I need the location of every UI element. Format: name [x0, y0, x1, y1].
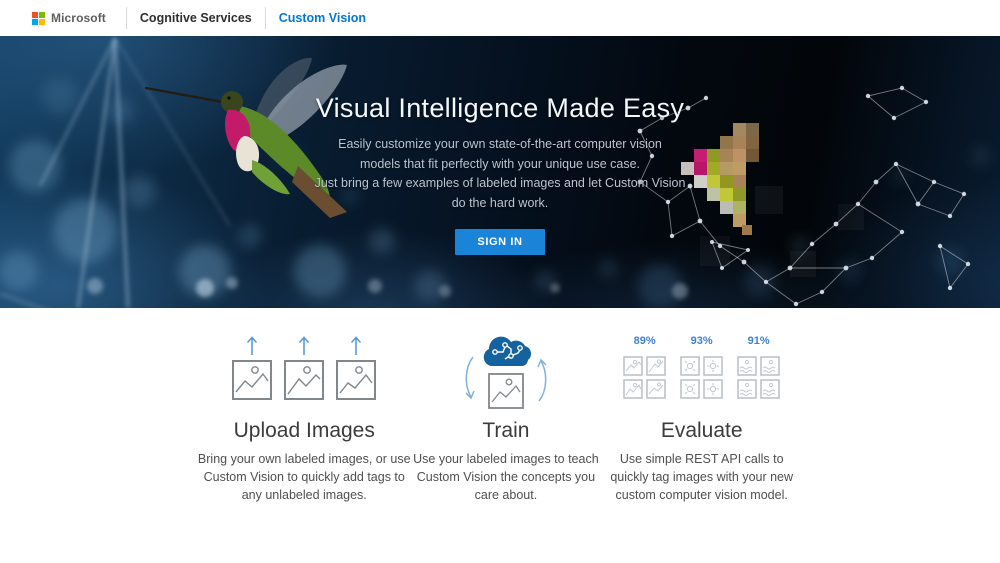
- features-section: Upload Images Bring your own labeled ima…: [197, 308, 803, 504]
- brain-cloud-icon: [483, 336, 531, 366]
- score-badge: 93%: [690, 335, 713, 347]
- image-icon: [646, 356, 666, 376]
- feature-desc-evaluate: Use simple REST API calls to quickly tag…: [610, 452, 794, 502]
- evaluate-icons: 89% 93% 91%: [600, 335, 803, 407]
- hero-section: Visual Intelligence Made Easy Easily cus…: [0, 36, 1000, 308]
- image-icon: [488, 373, 524, 409]
- waves-icon: [760, 379, 780, 399]
- bokeh-bright: [87, 277, 688, 299]
- microsoft-logo-label: Microsoft: [51, 11, 106, 25]
- sun-icon: [703, 379, 723, 399]
- evaluate-group-mountain: 89%: [623, 335, 666, 399]
- upload-image-item: [232, 335, 273, 400]
- hero-title: Visual Intelligence Made Easy: [315, 93, 685, 123]
- score-badge: 89%: [633, 335, 656, 347]
- image-icon: [623, 356, 643, 376]
- microsoft-logo[interactable]: Microsoft: [32, 11, 106, 25]
- nav-divider: [125, 7, 127, 29]
- feature-train: Train Use your labeled images to teach C…: [411, 335, 600, 504]
- image-icon: [232, 360, 273, 400]
- cycle-arrow-right-icon: [537, 358, 547, 402]
- nav-link-cognitive-services[interactable]: Cognitive Services: [140, 11, 252, 25]
- feature-upload: Upload Images Bring your own labeled ima…: [197, 335, 411, 504]
- upload-icons: [197, 335, 411, 407]
- upload-image-item: [336, 335, 377, 400]
- evaluate-group-waves: 91%: [737, 335, 780, 399]
- train-icons: [411, 335, 600, 409]
- sun-icon: [680, 356, 700, 376]
- arrow-up-icon: [247, 336, 258, 355]
- waves-icon: [760, 356, 780, 376]
- score-badge: 91%: [747, 335, 770, 347]
- nav-link-custom-vision[interactable]: Custom Vision: [279, 11, 366, 25]
- hero-subtitle-line: models that fit perfectly with your uniq…: [359, 156, 640, 171]
- nav-divider: [264, 7, 266, 29]
- waves-icon: [737, 356, 757, 376]
- top-nav: Microsoft Cognitive Services Custom Visi…: [0, 0, 1000, 36]
- hero-copy: Visual Intelligence Made Easy Easily cus…: [0, 36, 1000, 255]
- arrow-up-icon: [299, 336, 310, 355]
- feature-desc-train: Use your labeled images to teach Custom …: [413, 452, 599, 502]
- evaluate-group-sun: 93%: [680, 335, 723, 399]
- feature-title-evaluate: Evaluate: [660, 419, 743, 442]
- feature-title-train: Train: [482, 419, 530, 442]
- image-icon: [646, 379, 666, 399]
- image-icon: [336, 360, 377, 400]
- hero-subtitle: Easily customize your own state-of-the-a…: [0, 135, 1000, 213]
- hero-subtitle-line: Just bring a few examples of labeled ima…: [314, 176, 686, 190]
- sun-icon: [680, 379, 700, 399]
- waves-icon: [737, 379, 757, 399]
- sun-icon: [703, 356, 723, 376]
- feature-evaluate: 89% 93% 91% Evaluate Use simple REST API…: [600, 335, 803, 504]
- feature-desc-upload: Bring your own labeled images, or use Cu…: [197, 452, 411, 502]
- cycle-arrow-left-icon: [465, 356, 475, 400]
- feature-title-upload: Upload Images: [233, 419, 375, 442]
- microsoft-logo-icon: [32, 11, 45, 25]
- hero-subtitle-line: do the hard work.: [451, 195, 549, 210]
- hero-subtitle-line: Easily customize your own state-of-the-a…: [338, 137, 662, 151]
- upload-image-item: [284, 335, 325, 400]
- arrow-up-icon: [351, 336, 362, 355]
- image-icon: [284, 360, 325, 400]
- sign-in-button[interactable]: SIGN IN: [455, 229, 545, 255]
- image-icon: [623, 379, 643, 399]
